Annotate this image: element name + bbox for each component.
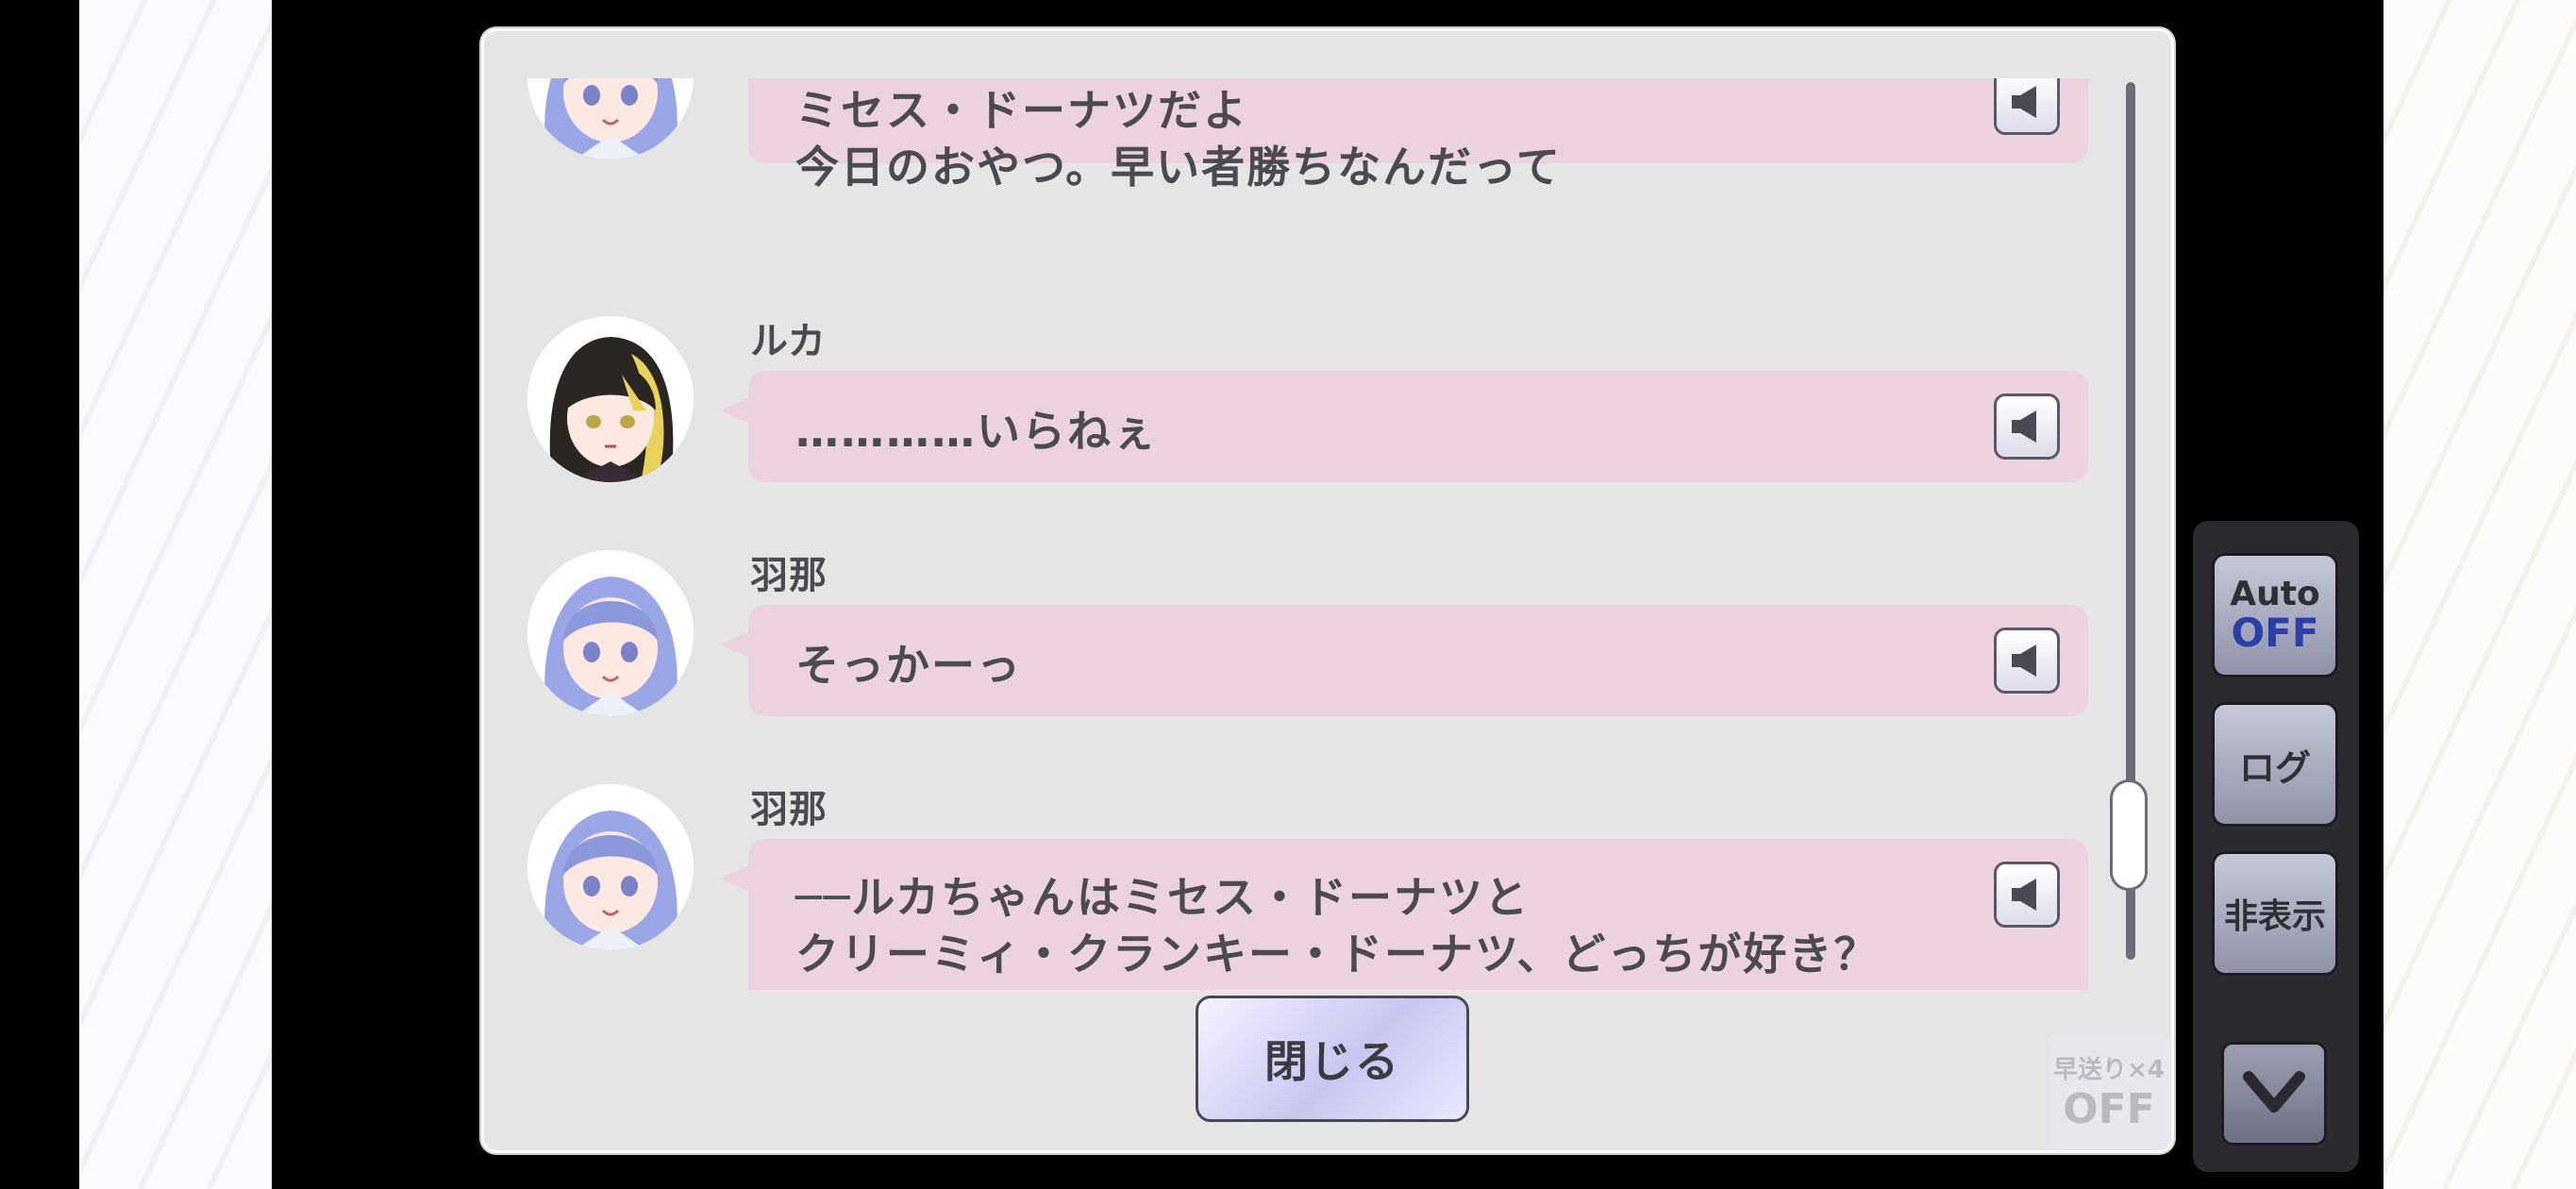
hide-label: 非表示 [2223, 897, 2326, 936]
background-left [79, 0, 272, 1189]
speaker-icon [2012, 645, 2036, 677]
dialogue-line: ミセス・ドーナツだよ [795, 85, 1248, 136]
voice-replay-button[interactable] [1994, 78, 2060, 135]
voice-replay-button[interactable] [1994, 394, 2060, 460]
collapse-menu-button[interactable] [2221, 1042, 2327, 1146]
hide-ui-button[interactable]: 非表示 [2212, 851, 2338, 976]
log-entry: ミセス・ドーナツだよ 今日のおやつ。早い者勝ちなんだって [484, 78, 2107, 220]
dialogue-bubble: ──ルカちゃんはミセス・ドーナツと クリーミィ・クランキー・ドーナツ、どっちが好… [720, 839, 2088, 990]
voice-replay-button[interactable] [1994, 628, 2060, 694]
character-avatar [527, 784, 694, 950]
fast-forward-label: 早送り×4 [2053, 1056, 2165, 1084]
log-button[interactable]: ログ [2212, 702, 2338, 827]
character-avatar [527, 78, 694, 159]
dialogue-bubble: …………いらねぇ [720, 371, 2088, 482]
speaker-name: 羽那 [750, 554, 828, 597]
speaker-icon [2012, 86, 2036, 118]
close-button[interactable]: 閉じる [1196, 996, 1469, 1122]
fast-forward-button[interactable]: 早送り×4 OFF [2048, 1032, 2170, 1151]
voice-replay-button[interactable] [1994, 862, 2060, 928]
log-entry: 羽那 そっかーっ [484, 550, 2107, 739]
dialogue-line: ──ルカちゃんはミセス・ドーナツと [795, 872, 1531, 923]
log-entry: ルカ …………いらねぇ [484, 316, 2107, 505]
auto-button[interactable]: Auto OFF [2212, 553, 2338, 678]
backlog-list[interactable]: ミセス・ドーナツだよ 今日のおやつ。早い者勝ちなんだって ルカ …………いらねぇ… [484, 78, 2107, 990]
dialogue-line: そっかーっ [795, 640, 1022, 691]
habana-portrait-icon [527, 550, 694, 716]
side-menu: Auto OFF ログ 非表示 [2193, 521, 2359, 1172]
dialogue-bubble: そっかーっ [720, 605, 2088, 716]
auto-state: OFF [2231, 610, 2319, 656]
ruka-portrait-icon [527, 316, 694, 482]
game-screen: ミセス・ドーナツだよ 今日のおやつ。早い者勝ちなんだって ルカ …………いらねぇ… [0, 0, 2576, 1189]
habana-portrait-icon [527, 784, 694, 950]
dialogue-line: …………いらねぇ [795, 406, 1158, 457]
background-right [2384, 0, 2576, 1189]
character-avatar [527, 316, 694, 482]
habana-portrait-icon [527, 78, 694, 159]
log-label: ログ [2238, 746, 2311, 789]
backlog-panel: ミセス・ドーナツだよ 今日のおやつ。早い者勝ちなんだって ルカ …………いらねぇ… [481, 28, 2174, 1153]
speaker-icon [2012, 410, 2036, 443]
chevron-down-icon [2243, 1071, 2305, 1113]
auto-label: Auto [2230, 575, 2320, 613]
fast-forward-state: OFF [2063, 1085, 2155, 1133]
dialogue-bubble: ミセス・ドーナツだよ 今日のおやつ。早い者勝ちなんだって [748, 78, 2088, 193]
scrollbar-thumb[interactable] [2110, 779, 2148, 891]
speaker-name: 羽那 [750, 788, 828, 831]
speaker-name: ルカ [750, 320, 827, 363]
log-entry: 羽那 ──ルカちゃんはミセス・ドーナツと クリーミィ・クランキー・ドーナツ、どっ… [484, 784, 2107, 990]
speaker-icon [2012, 879, 2036, 911]
close-button-label: 閉じる [1264, 1036, 1400, 1087]
dialogue-line: 今日のおやつ。早い者勝ちなんだって [795, 142, 1562, 193]
character-avatar [527, 550, 694, 716]
dialogue-line: クリーミィ・クランキー・ドーナツ、どっちが好き？ [795, 929, 1880, 980]
